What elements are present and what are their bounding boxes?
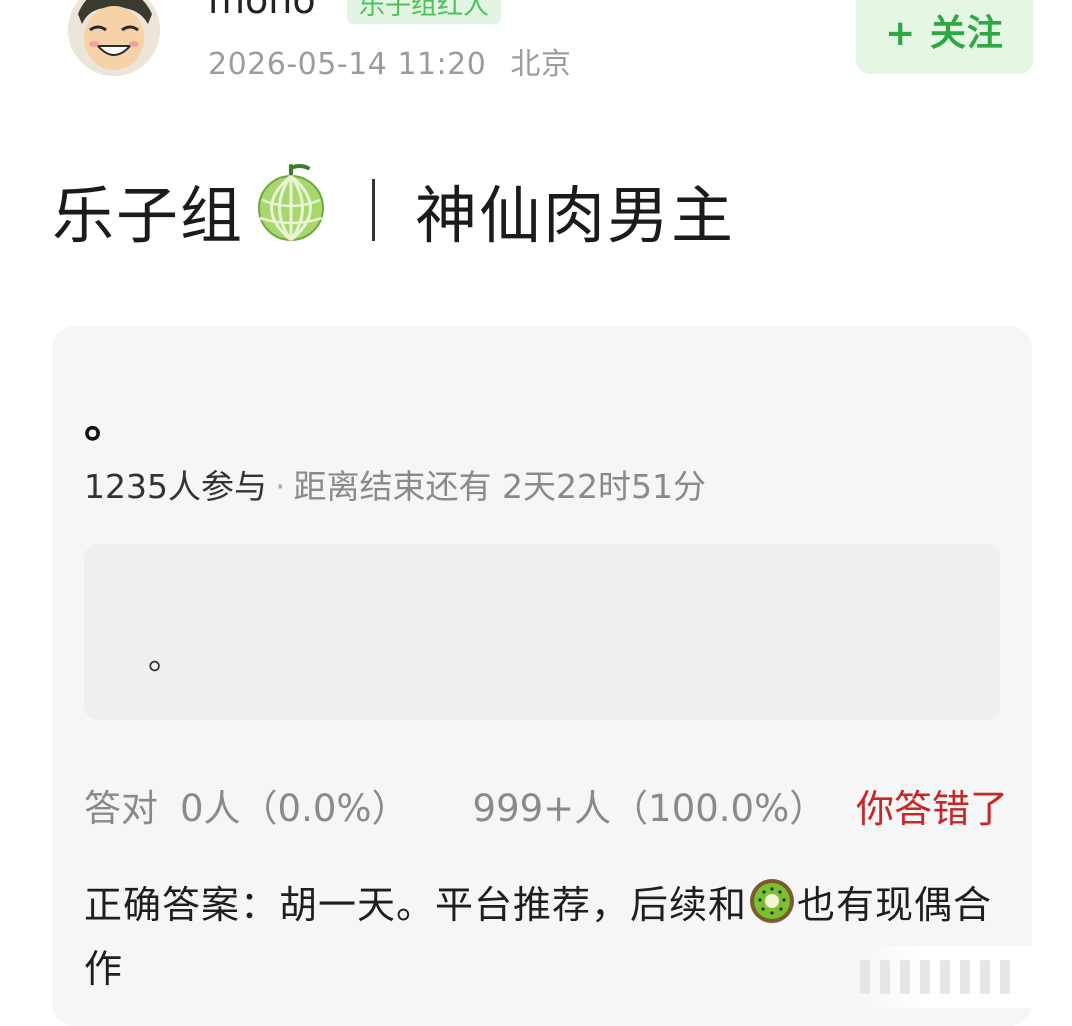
quiz-stats: 1235人参与 · 距离结束还有 2天22时51分 [84,465,706,509]
scroll-indicator [860,958,1060,996]
post-timestamp: 2026-05-14 11:20 [208,47,487,82]
wrong-count: 999+人（100.0%） [472,787,827,830]
quiz-option[interactable] [84,544,1000,720]
title-topic: 神仙肉男主 [415,179,736,252]
quiz-result-stats: 答对 0人（0.0%） 999+人（100.0%） [84,786,826,832]
follow-button[interactable]: + 关注 [856,0,1033,74]
title-divider [372,179,376,241]
username[interactable]: mono [208,0,316,22]
post-meta: 2026-05-14 11:20 北京 [208,45,571,85]
quiz-question: 。 [84,397,128,448]
participant-count: 1235人参与 [84,467,267,506]
kiwi-icon [749,878,795,940]
correct-label: 答对 [84,787,158,830]
answer-text-start: 正确答案：胡一天。平台推荐，后续和 [84,883,748,927]
page-title: 乐子组 神仙肉男主 [52,163,735,252]
post-location: 北京 [510,47,572,82]
time-remaining: 距离结束还有 2天22时51分 [293,467,706,506]
your-result: 你答错了 [856,787,1009,831]
user-badge: 乐子组红人 [347,0,502,24]
stats-separator: · [274,467,286,506]
quiz-option-text: 。 [148,638,182,678]
title-group-name: 乐子组 [52,179,245,252]
melon-icon [256,163,326,257]
avatar-cartoon-icon [68,0,160,76]
correct-count: 0人（0.0%） [180,787,409,830]
avatar[interactable] [68,0,160,76]
